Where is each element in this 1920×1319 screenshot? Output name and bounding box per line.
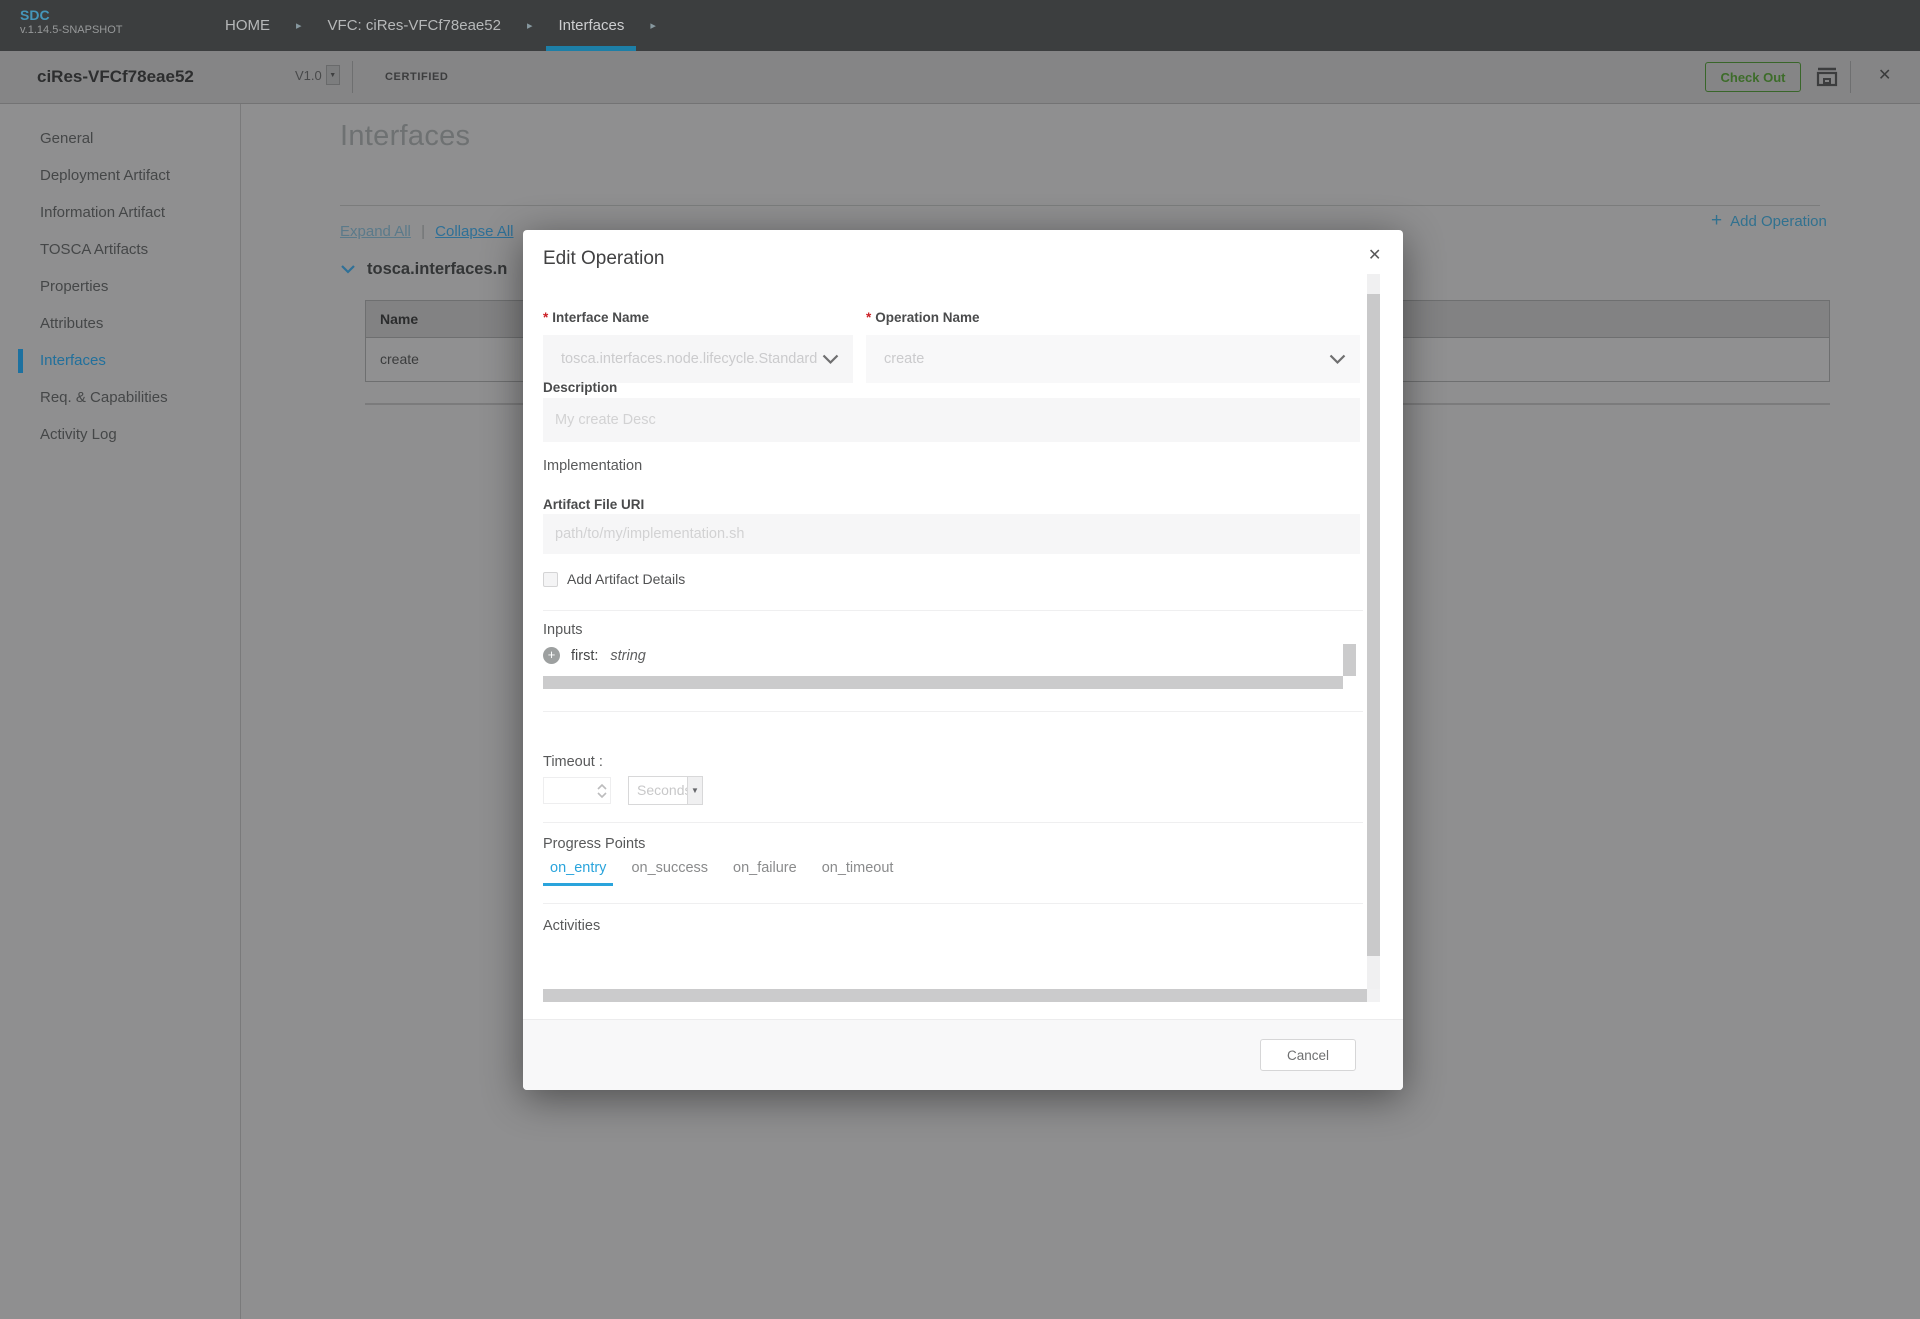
tab-on-failure[interactable]: on_failure [726, 860, 804, 886]
timeout-label: Timeout : [543, 754, 603, 770]
edit-operation-modal: Edit Operation ✕ * Interface Name * Operat… [523, 230, 1403, 1090]
checkbox-icon[interactable] [543, 572, 558, 587]
tab-on-timeout[interactable]: on_timeout [815, 860, 901, 886]
breadcrumb: HOME ▸ VFC: ciRes-VFCf78eae52 ▸ Interfac… [213, 0, 670, 51]
tab-on-success[interactable]: on_success [624, 860, 715, 886]
artifact-file-uri-input[interactable] [543, 514, 1360, 554]
modal-footer: Cancel [523, 1019, 1403, 1090]
add-artifact-details-label: Add Artifact Details [567, 571, 685, 587]
sdc-app: SDC v.1.14.5-SNAPSHOT HOME ▸ VFC: ciRes-… [0, 0, 1920, 1319]
modal-divider [543, 711, 1363, 712]
input-row-first: + first: string [543, 647, 646, 664]
inputs-section-label: Inputs [543, 622, 583, 638]
breadcrumb-home[interactable]: HOME [213, 0, 282, 51]
modal-vertical-scrollbar[interactable] [1367, 294, 1380, 956]
breadcrumb-interfaces[interactable]: Interfaces [546, 0, 636, 51]
tab-on-entry[interactable]: on_entry [543, 860, 613, 886]
chevron-down-icon [822, 354, 839, 365]
inputs-horizontal-scrollbar[interactable] [543, 676, 1343, 689]
inputs-vertical-scrollbar[interactable] [1343, 644, 1356, 676]
modal-close-icon[interactable]: ✕ [1368, 245, 1381, 265]
modal-horizontal-scrollbar-track [1367, 989, 1380, 1002]
sdc-logo: SDC v.1.14.5-SNAPSHOT [20, 7, 123, 37]
implementation-section-label: Implementation [543, 458, 642, 474]
activities-section-label: Activities [543, 918, 600, 934]
modal-divider [543, 610, 1363, 611]
interface-name-label-text: Interface Name [552, 310, 649, 325]
modal-divider [543, 903, 1363, 904]
operation-name-label-text: Operation Name [875, 310, 979, 325]
operation-name-value: create [884, 351, 924, 367]
timeout-spinner[interactable] [595, 778, 609, 803]
interface-name-label: * Interface Name [543, 310, 649, 325]
description-input[interactable] [543, 398, 1360, 442]
required-asterisk: * [866, 310, 871, 325]
input-name: first: [571, 648, 598, 664]
chevron-down-icon [1329, 354, 1346, 365]
interface-name-select[interactable]: tosca.interfaces.node.lifecycle.Standard [543, 335, 853, 383]
artifact-file-uri-label: Artifact File URI [543, 497, 644, 512]
operation-name-label: * Operation Name [866, 310, 980, 325]
breadcrumb-vfc[interactable]: VFC: ciRes-VFCf78eae52 [316, 0, 513, 51]
modal-divider [543, 822, 1363, 823]
select-arrow-icon: ▼ [687, 777, 702, 804]
modal-horizontal-scrollbar[interactable] [543, 989, 1367, 1002]
top-nav-bar: SDC v.1.14.5-SNAPSHOT HOME ▸ VFC: ciRes-… [0, 0, 1920, 51]
input-type: string [610, 648, 645, 664]
breadcrumb-arrow-icon: ▸ [636, 19, 670, 32]
cancel-button[interactable]: Cancel [1260, 1039, 1356, 1071]
sdc-logo-text: SDC [20, 7, 123, 24]
app-version: v.1.14.5-SNAPSHOT [20, 24, 123, 37]
expand-input-icon[interactable]: + [543, 647, 560, 664]
description-label: Description [543, 380, 617, 395]
spinner-up-icon [597, 784, 607, 790]
required-asterisk: * [543, 310, 548, 325]
interface-name-value: tosca.interfaces.node.lifecycle.Standard [561, 351, 817, 367]
modal-vertical-scrollbar-track [1367, 274, 1380, 989]
progress-points-section-label: Progress Points [543, 836, 645, 852]
operation-name-select[interactable]: create [866, 335, 1360, 383]
timeout-unit-select[interactable]: Seconds ▼ [628, 776, 703, 805]
progress-points-tabs: on_entry on_success on_failure on_timeou… [543, 860, 900, 886]
breadcrumb-arrow-icon: ▸ [513, 19, 547, 32]
timeout-unit-value: Seconds [637, 782, 691, 798]
breadcrumb-arrow-icon: ▸ [282, 19, 316, 32]
add-artifact-details-checkbox[interactable]: Add Artifact Details [543, 571, 685, 587]
spinner-down-icon [597, 792, 607, 798]
modal-title: Edit Operation [543, 248, 664, 270]
